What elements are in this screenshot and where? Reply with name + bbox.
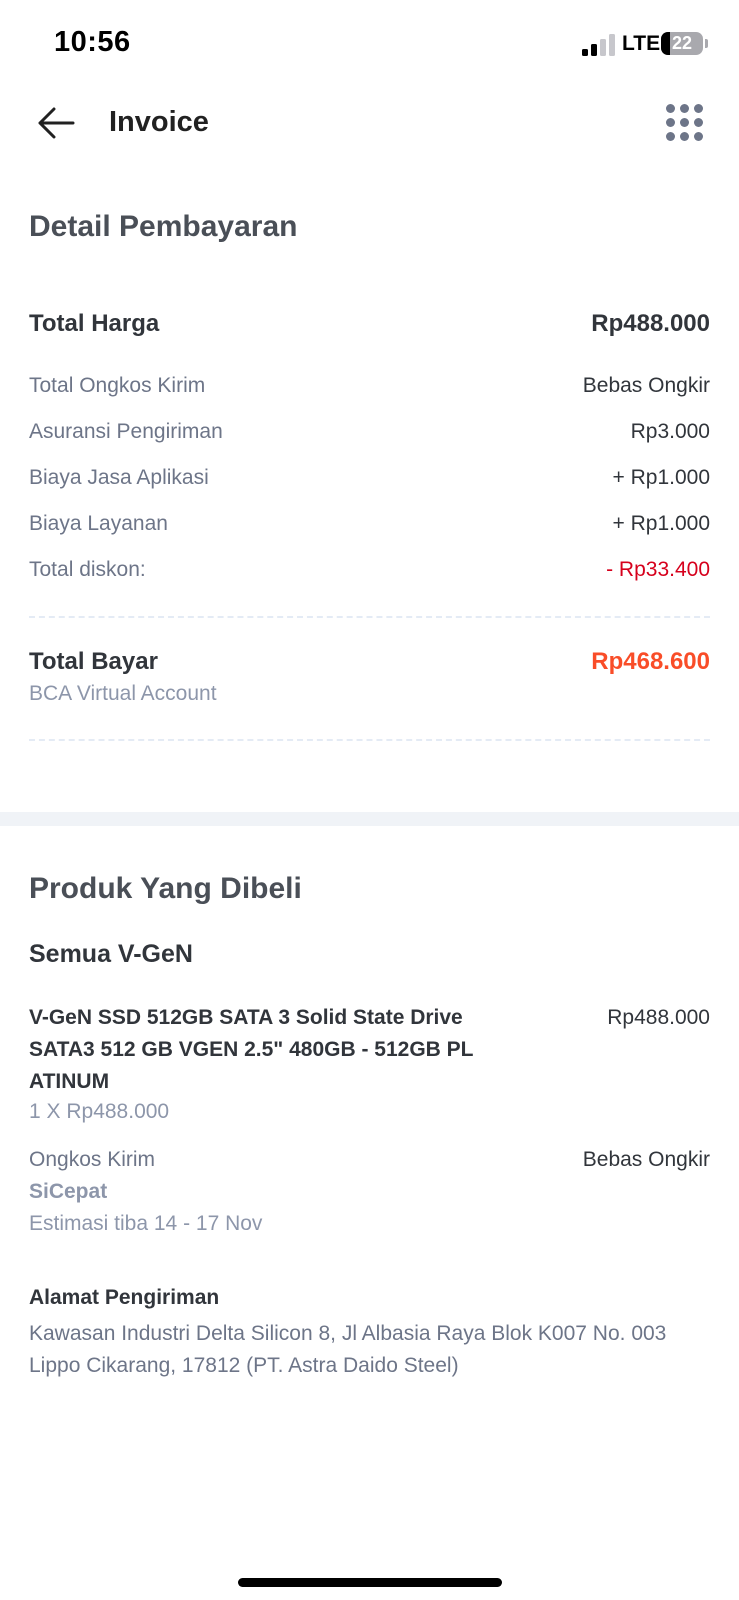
home-indicator[interactable] (238, 1578, 502, 1587)
shipping-cost-row: Total Ongkos Kirim Bebas Ongkir (29, 374, 710, 398)
product-quantity: 1 X Rp488.000 (29, 1100, 170, 1123)
status-time: 10:56 (54, 26, 131, 58)
address-text: Kawasan Industri Delta Silicon 8, Jl Alb… (29, 1322, 667, 1377)
total-price-value: Rp488.000 (591, 310, 710, 337)
total-price-label: Total Harga (29, 310, 160, 337)
row-label: Asuransi Pengiriman (29, 420, 223, 443)
dashed-divider (29, 739, 710, 741)
store-name[interactable]: Semua V-GeN (29, 940, 193, 969)
section-divider (0, 812, 739, 826)
arrow-left-icon[interactable] (36, 106, 76, 140)
discount-value: - Rp33.400 (606, 558, 710, 581)
grid-menu-icon[interactable] (666, 104, 704, 142)
courier-name: SiCepat (29, 1180, 108, 1203)
dashed-divider (29, 616, 710, 618)
network-type: LTE (622, 32, 661, 55)
products-section-title: Produk Yang Dibeli (29, 872, 302, 905)
app-header: Invoice (0, 88, 739, 160)
discount-row: Total diskon: - Rp33.400 (29, 558, 710, 582)
battery-icon: 22 (661, 32, 703, 55)
row-label: Total diskon: (29, 558, 146, 581)
signal-icon (582, 34, 618, 56)
row-label: Biaya Layanan (29, 512, 168, 535)
address-title: Alamat Pengiriman (29, 1286, 220, 1309)
battery-cap (705, 39, 708, 48)
payment-method: BCA Virtual Account (29, 682, 217, 705)
total-pay-row: Total Bayar Rp468.600 (29, 648, 710, 676)
insurance-row: Asuransi Pengiriman Rp3.000 (29, 420, 710, 444)
row-label: Total Ongkos Kirim (29, 374, 206, 397)
row-value: Bebas Ongkir (582, 374, 710, 397)
row-label: Biaya Jasa Aplikasi (29, 466, 209, 489)
service-fee-row: Biaya Layanan + Rp1.000 (29, 512, 710, 536)
app-fee-row: Biaya Jasa Aplikasi + Rp1.000 (29, 466, 710, 490)
product-name[interactable]: V-GeN SSD 512GB SATA 3 Solid State Drive… (29, 1002, 499, 1098)
total-price-row: Total Harga Rp488.000 (29, 310, 710, 338)
row-value: Rp3.000 (630, 420, 710, 443)
delivery-estimate: Estimasi tiba 14 - 17 Nov (29, 1212, 263, 1235)
row-value: + Rp1.000 (612, 512, 711, 535)
shipping-value: Bebas Ongkir (582, 1148, 710, 1171)
battery-level: 22 (671, 33, 693, 53)
product-price: Rp488.000 (607, 1006, 710, 1029)
page-title: Invoice (109, 106, 209, 138)
payment-section-title: Detail Pembayaran (29, 210, 298, 243)
shipping-label: Ongkos Kirim (29, 1148, 156, 1171)
total-pay-value: Rp468.600 (591, 648, 710, 675)
total-pay-label: Total Bayar (29, 648, 158, 675)
status-bar: 10:56 LTE 22 (0, 0, 739, 88)
row-value: + Rp1.000 (612, 466, 711, 489)
